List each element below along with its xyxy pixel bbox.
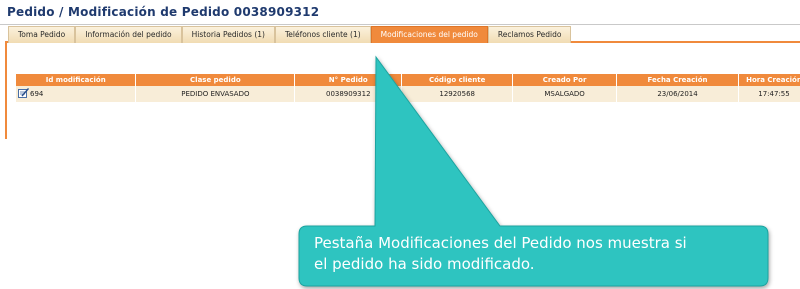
callout-line-1: Pestaña Modificaciones del Pedido nos mu…: [314, 234, 687, 252]
modification-screen: Pedido / Modificación de Pedido 00389093…: [0, 0, 800, 289]
callout-text: Pestaña Modificaciones del Pedido nos mu…: [314, 233, 764, 275]
callout-line-2: el pedido ha sido modificado.: [314, 255, 535, 273]
